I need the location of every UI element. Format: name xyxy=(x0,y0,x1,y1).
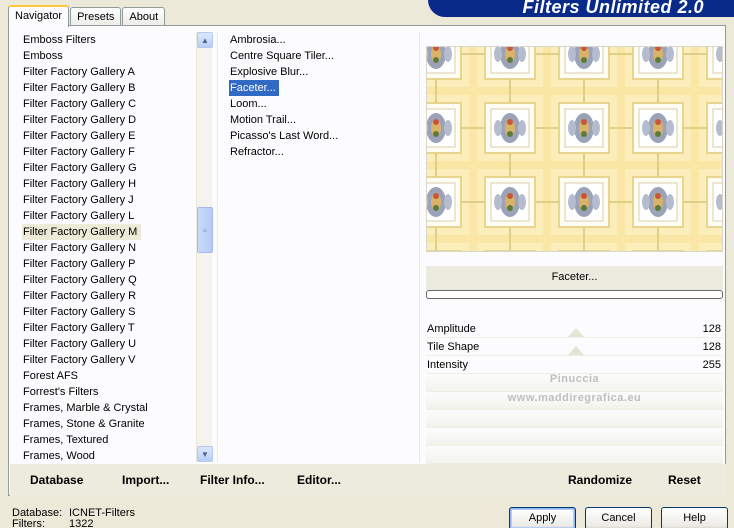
editor-button[interactable]: Editor... xyxy=(297,473,341,487)
param-amplitude[interactable]: Amplitude 128 xyxy=(426,320,723,338)
param-tile-shape[interactable]: Tile Shape 128 xyxy=(426,338,723,356)
filter-item[interactable]: Faceter... xyxy=(229,80,279,96)
tab-about[interactable]: About xyxy=(122,7,166,26)
param-empty-row xyxy=(426,428,723,446)
category-item[interactable]: Frames, Marble & Crystal xyxy=(22,400,198,416)
category-item[interactable]: Filter Factory Gallery N xyxy=(22,240,198,256)
divider xyxy=(419,32,421,462)
progress-bar xyxy=(426,290,723,299)
apply-button[interactable]: Apply xyxy=(509,507,576,528)
category-item[interactable]: Filter Factory Gallery S xyxy=(22,304,198,320)
category-item[interactable]: Filter Factory Gallery U xyxy=(22,336,198,352)
param-label: Amplitude xyxy=(427,323,476,335)
preview-pattern xyxy=(427,47,722,251)
filter-list[interactable]: Ambrosia... Centre Square Tiler... Explosi… xyxy=(229,32,419,462)
filters-count-label: Filters: xyxy=(12,518,45,528)
category-item[interactable]: Filter Factory Gallery A xyxy=(22,64,198,80)
preview-image xyxy=(426,46,723,252)
category-item[interactable]: Filter Factory Gallery Q xyxy=(22,272,198,288)
category-list[interactable]: Emboss Filters Emboss Filter Factory Galle… xyxy=(22,32,198,462)
app-title: Filters Unlimited 2.0 xyxy=(522,0,704,17)
category-item[interactable]: Filter Factory Gallery L xyxy=(22,208,198,224)
category-item[interactable]: Frames, Stone & Granite xyxy=(22,416,198,432)
filter-info-button[interactable]: Filter Info... xyxy=(200,473,265,487)
filter-item[interactable]: Centre Square Tiler... xyxy=(229,48,419,64)
watermark-line: Pinuccia xyxy=(549,373,600,385)
action-bar: Database Import... Filter Info... Editor… xyxy=(10,464,726,496)
category-item[interactable]: Filter Factory Gallery T xyxy=(22,320,198,336)
category-item[interactable]: Frames, Wood xyxy=(22,448,198,462)
category-item[interactable]: Filter Factory Gallery B xyxy=(22,80,198,96)
category-item[interactable]: Emboss Filters xyxy=(22,32,198,48)
category-item[interactable]: Filter Factory Gallery C xyxy=(22,96,198,112)
app-banner: Filters Unlimited 2.0 xyxy=(428,0,734,17)
filter-item[interactable]: Refractor... xyxy=(229,144,419,160)
import-button[interactable]: Import... xyxy=(122,473,169,487)
param-empty-row xyxy=(426,410,723,428)
param-value: 128 xyxy=(702,341,721,353)
category-item[interactable]: Filter Factory Gallery V xyxy=(22,352,198,368)
scroll-thumb[interactable]: ≡ xyxy=(197,207,213,253)
filter-item[interactable]: Explosive Blur... xyxy=(229,64,419,80)
filter-item[interactable]: Loom... xyxy=(229,96,419,112)
category-item[interactable]: Filter Factory Gallery E xyxy=(22,128,198,144)
category-item[interactable]: Filter Factory Gallery G xyxy=(22,160,198,176)
help-button[interactable]: Help xyxy=(661,507,728,528)
database-info: Database: ICNET-Filters Filters: 1322 xyxy=(12,508,135,528)
category-item[interactable]: Forest AFS xyxy=(22,368,198,384)
category-item[interactable]: Filter Factory Gallery P xyxy=(22,256,198,272)
category-item[interactable]: Filter Factory Gallery H xyxy=(22,176,198,192)
randomize-button[interactable]: Randomize xyxy=(568,473,632,487)
category-item[interactable]: Filter Factory Gallery F xyxy=(22,144,198,160)
scroll-down-button[interactable]: ▼ xyxy=(197,446,213,462)
reset-button[interactable]: Reset xyxy=(668,473,701,487)
cancel-button[interactable]: Cancel xyxy=(585,507,652,528)
scroll-up-button[interactable]: ▲ xyxy=(197,32,213,48)
category-item[interactable]: Emboss xyxy=(22,48,198,64)
divider xyxy=(217,32,219,462)
chevron-down-icon: ▼ xyxy=(201,449,209,459)
watermark: Pinuccia www.maddiregrafica.eu xyxy=(426,370,723,408)
tab-bar: Navigator Presets About xyxy=(8,4,166,27)
category-item[interactable]: Filter Factory Gallery J xyxy=(22,192,198,208)
param-label: Tile Shape xyxy=(427,341,480,353)
chevron-up-icon: ▲ xyxy=(201,35,209,45)
tab-navigator[interactable]: Navigator xyxy=(8,5,70,27)
database-button[interactable]: Database xyxy=(30,473,83,487)
category-item[interactable]: Frames, Textured xyxy=(22,432,198,448)
watermark-line: www.maddiregrafica.eu xyxy=(507,392,642,404)
slider-knob[interactable] xyxy=(568,346,584,355)
param-empty-row xyxy=(426,446,723,464)
category-scrollbar[interactable]: ▲ ≡ ▼ xyxy=(196,32,213,462)
filters-count-value: 1322 xyxy=(69,518,94,528)
param-value: 128 xyxy=(702,323,721,335)
tab-presets[interactable]: Presets xyxy=(70,7,122,26)
filter-item[interactable]: Ambrosia... xyxy=(229,32,419,48)
filter-item[interactable]: Motion Trail... xyxy=(229,112,419,128)
category-item[interactable]: Filter Factory Gallery D xyxy=(22,112,198,128)
category-item[interactable]: Filter Factory Gallery M xyxy=(22,224,142,240)
filter-item[interactable]: Picasso's Last Word... xyxy=(229,128,419,144)
navigator-panel: Emboss Filters Emboss Filter Factory Galle… xyxy=(8,25,726,496)
grip-icon: ≡ xyxy=(202,225,208,235)
selected-filter-name: Faceter... xyxy=(426,266,723,290)
category-item[interactable]: Forrest's Filters xyxy=(22,384,198,400)
slider-knob[interactable] xyxy=(568,328,584,337)
category-item[interactable]: Filter Factory Gallery R xyxy=(22,288,198,304)
